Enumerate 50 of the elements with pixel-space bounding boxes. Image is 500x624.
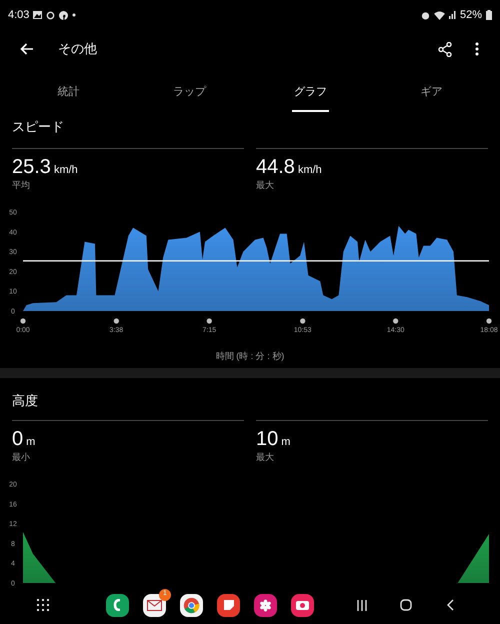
flower-app-icon[interactable] — [254, 594, 277, 616]
tab[interactable]: グラフ — [292, 74, 329, 112]
section-title: 高度 — [12, 392, 38, 410]
dot-icon — [72, 13, 76, 17]
x-tick-dot — [206, 318, 212, 324]
apps-button[interactable] — [36, 598, 50, 612]
stat-label: 最小 — [12, 451, 31, 463]
x-tick-dot — [114, 318, 119, 324]
section-title: スピード — [12, 118, 64, 136]
back-chevron-icon — [446, 599, 454, 611]
stat-unit: km/h — [298, 163, 322, 178]
tab[interactable]: ラップ — [171, 74, 208, 112]
status-time: 4:03 — [8, 8, 30, 23]
page-title: その他 — [58, 40, 97, 58]
tab[interactable]: 統計 — [56, 74, 82, 112]
stat-label: 最大 — [256, 179, 275, 191]
tab[interactable]: ギア — [418, 74, 444, 112]
sync-icon — [46, 10, 56, 20]
signal-icon — [448, 11, 456, 19]
camera-app-icon[interactable] — [291, 594, 314, 616]
image-icon — [33, 11, 42, 19]
home-button[interactable] — [398, 597, 414, 613]
x-tick-dot — [393, 318, 398, 324]
stat-unit: km/h — [54, 163, 78, 178]
recents-icon — [357, 600, 367, 610]
notes-app-icon[interactable] — [217, 594, 240, 616]
more-icon — [475, 42, 479, 56]
circle-f-icon — [59, 10, 68, 20]
stat-label: 平均 — [12, 179, 31, 191]
battery-percent: 52% — [460, 8, 482, 23]
x-tick-dot — [486, 318, 492, 324]
stat-unit: m — [281, 435, 290, 450]
phone-app-icon[interactable] — [106, 594, 129, 616]
stat-value: 25.3 — [12, 155, 51, 179]
grid-icon — [37, 599, 49, 611]
stat-value: 10 — [256, 427, 278, 451]
share-icon — [438, 42, 452, 56]
x-axis-label: 時間 (時 : 分 : 秒) — [216, 350, 284, 364]
stat-label: 最大 — [256, 451, 275, 463]
stat-value: 44.8 — [256, 155, 295, 179]
battery-icon — [486, 10, 492, 20]
mail-app-icon[interactable] — [143, 594, 166, 616]
stat-unit: m — [26, 435, 36, 450]
x-tick-dot — [20, 318, 26, 324]
back-arrow-icon — [20, 43, 34, 55]
stat-value: 0 — [12, 427, 24, 451]
browser-app-icon[interactable] — [180, 594, 203, 616]
home-icon — [400, 599, 412, 611]
x-tick-dot — [300, 318, 306, 324]
wifi-icon — [434, 10, 445, 20]
